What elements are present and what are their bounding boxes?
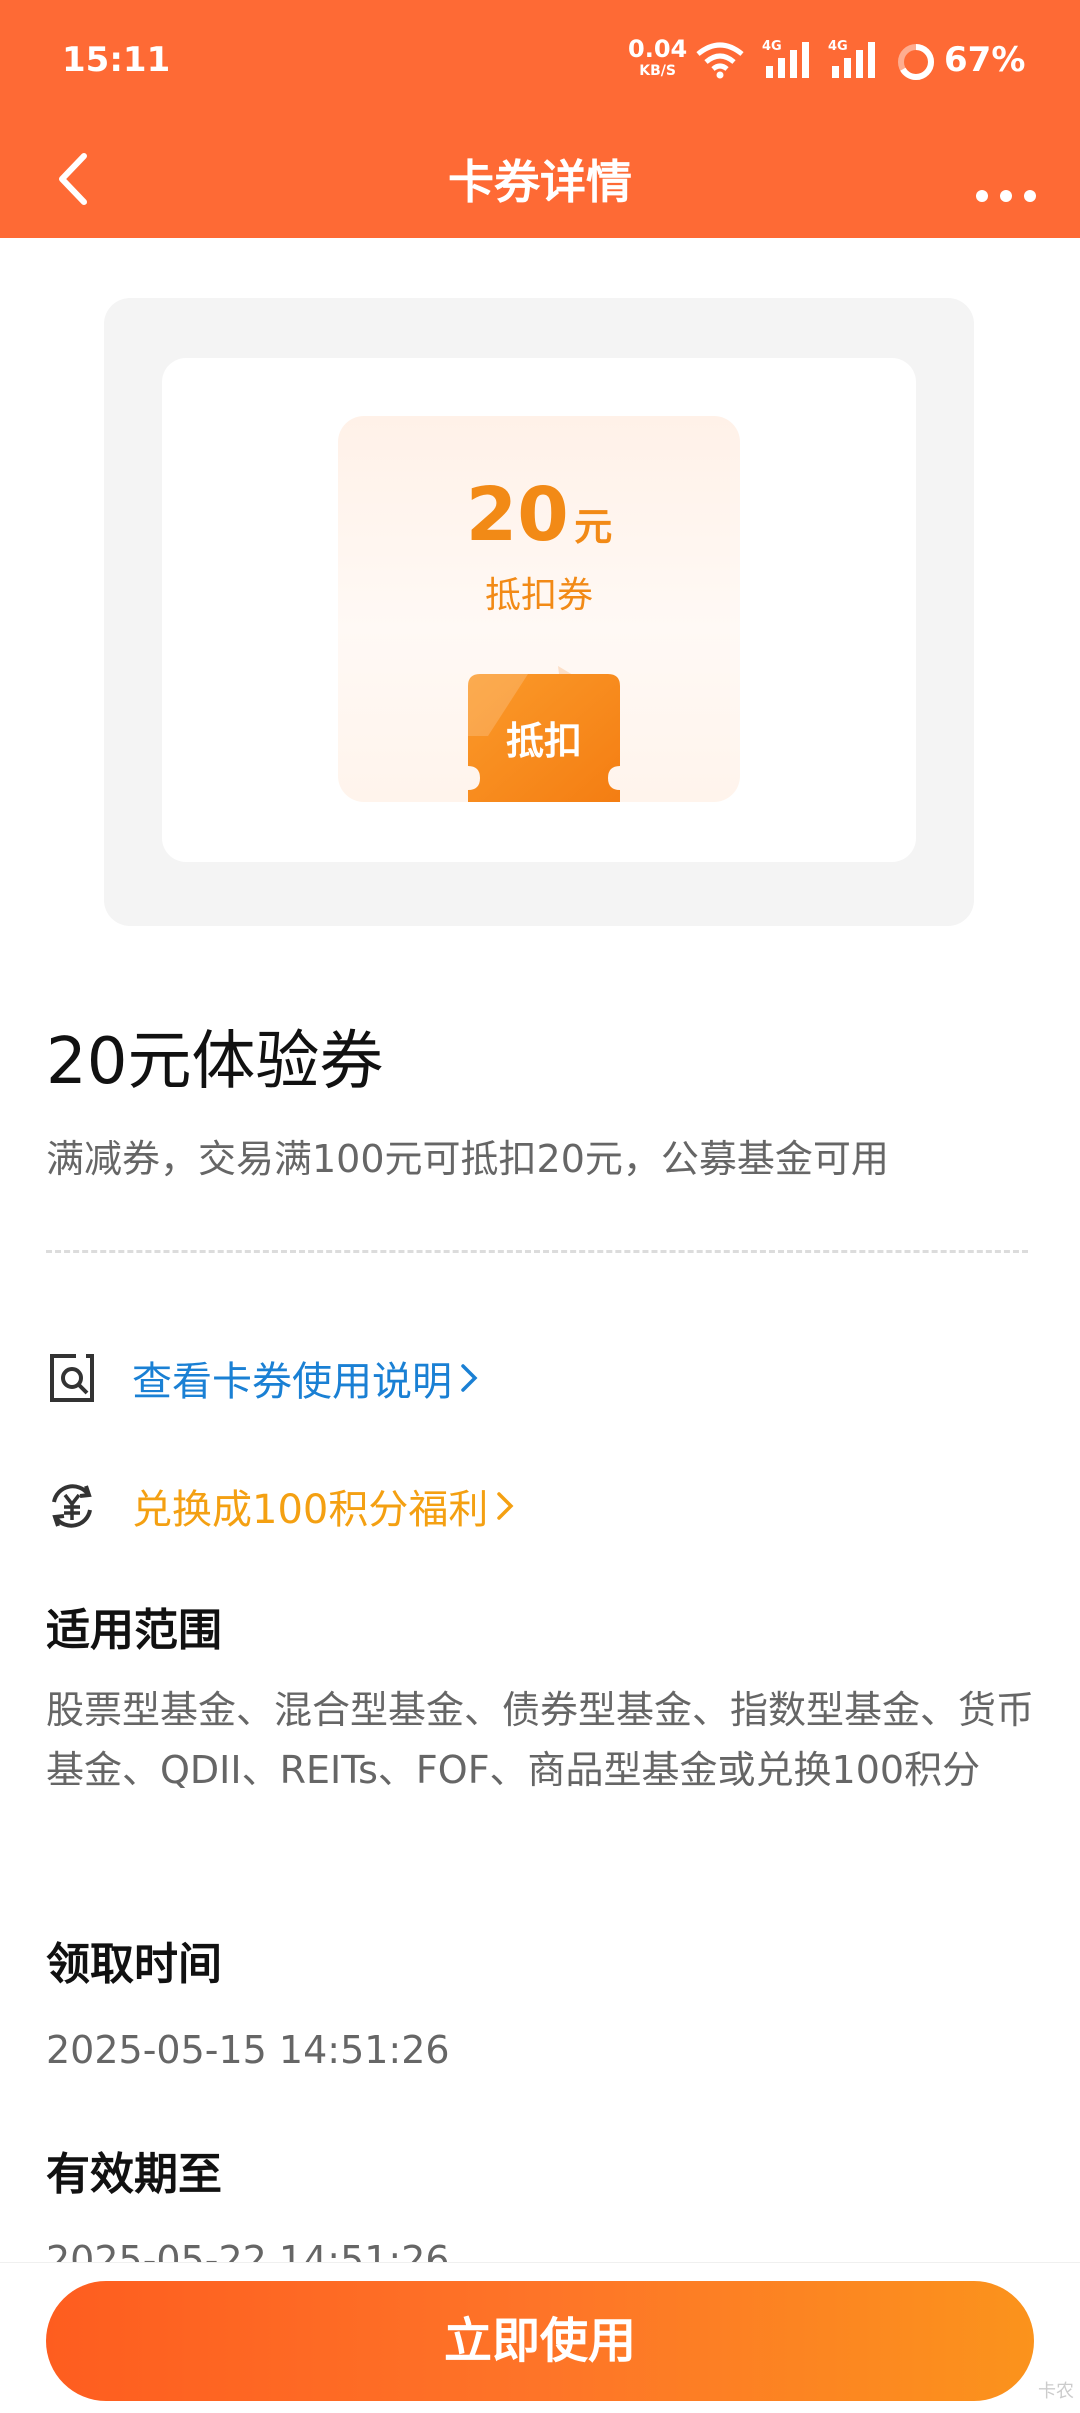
battery-percent: 67% bbox=[944, 40, 1026, 80]
status-time: 15:11 bbox=[62, 40, 171, 80]
status-bar: 15:11 0.04 KB/S 4G 4G 67% bbox=[0, 0, 1080, 120]
coupon-card: 20 元 抵扣券 抵扣 bbox=[338, 416, 740, 802]
signal-icon-2: 4G bbox=[828, 39, 875, 78]
network-speed: 0.04 KB/S bbox=[628, 35, 688, 82]
coupon-amount-unit: 元 bbox=[574, 505, 613, 549]
coupon-type: 抵扣券 bbox=[484, 575, 593, 616]
coupon-preview: 20 元 抵扣券 抵扣 bbox=[104, 298, 974, 926]
network-speed-value: 0.04 bbox=[628, 35, 688, 63]
nav-bar: 卡券详情 bbox=[0, 120, 1080, 238]
usage-instructions-link[interactable]: 查看卡券使用说明 bbox=[46, 1348, 482, 1408]
signal-icon: 4G bbox=[762, 39, 809, 78]
signal-label: 4G bbox=[762, 39, 782, 54]
chevron-right-icon bbox=[497, 1492, 514, 1520]
expire-time-title: 有效期至 bbox=[46, 2149, 222, 2200]
top-header: 15:11 0.04 KB/S 4G 4G 67% 卡券详情 bbox=[0, 0, 1080, 238]
more-dots-icon[interactable] bbox=[966, 144, 1046, 214]
coupon-name: 20元体验券 bbox=[46, 1025, 384, 1099]
exchange-points-link[interactable]: 兑换成100积分福利 bbox=[46, 1476, 518, 1536]
ticket-label: 抵扣 bbox=[506, 719, 582, 763]
watermark: 卡农 bbox=[1038, 2381, 1074, 2402]
bottom-bar: 立即使用 卡农 bbox=[0, 2262, 1080, 2413]
battery-icon bbox=[898, 44, 934, 80]
coupon-amount: 20 元 bbox=[338, 472, 740, 558]
network-speed-unit: KB/S bbox=[639, 63, 676, 79]
received-time-value: 2025-05-15 14:51:26 bbox=[46, 2028, 450, 2072]
coupon-amount-value: 20 bbox=[465, 472, 569, 558]
scope-title: 适用范围 bbox=[46, 1605, 222, 1656]
chevron-right-icon bbox=[461, 1364, 478, 1392]
search-doc-icon bbox=[50, 1354, 94, 1402]
coupon-description: 满减券，交易满100元可抵扣20元，公募基金可用 bbox=[46, 1137, 889, 1181]
signal-label-2: 4G bbox=[828, 39, 848, 54]
divider bbox=[46, 1250, 1028, 1253]
coupon-preview-inner: 20 元 抵扣券 抵扣 bbox=[162, 358, 916, 862]
wifi-icon bbox=[696, 42, 744, 79]
page-title: 卡券详情 bbox=[448, 155, 632, 209]
yuan-exchange-icon bbox=[52, 1484, 92, 1528]
exchange-points-label: 兑换成100积分福利 bbox=[132, 1487, 489, 1533]
use-now-button[interactable]: 立即使用 bbox=[46, 2281, 1034, 2401]
received-time-title: 领取时间 bbox=[46, 1939, 222, 1990]
scope-body: 股票型基金、混合型基金、债券型基金、指数型基金、货币基金、QDII、REITs、… bbox=[46, 1688, 1035, 1792]
usage-instructions-label: 查看卡券使用说明 bbox=[132, 1359, 452, 1405]
ticket-icon: 抵扣 bbox=[468, 666, 620, 802]
